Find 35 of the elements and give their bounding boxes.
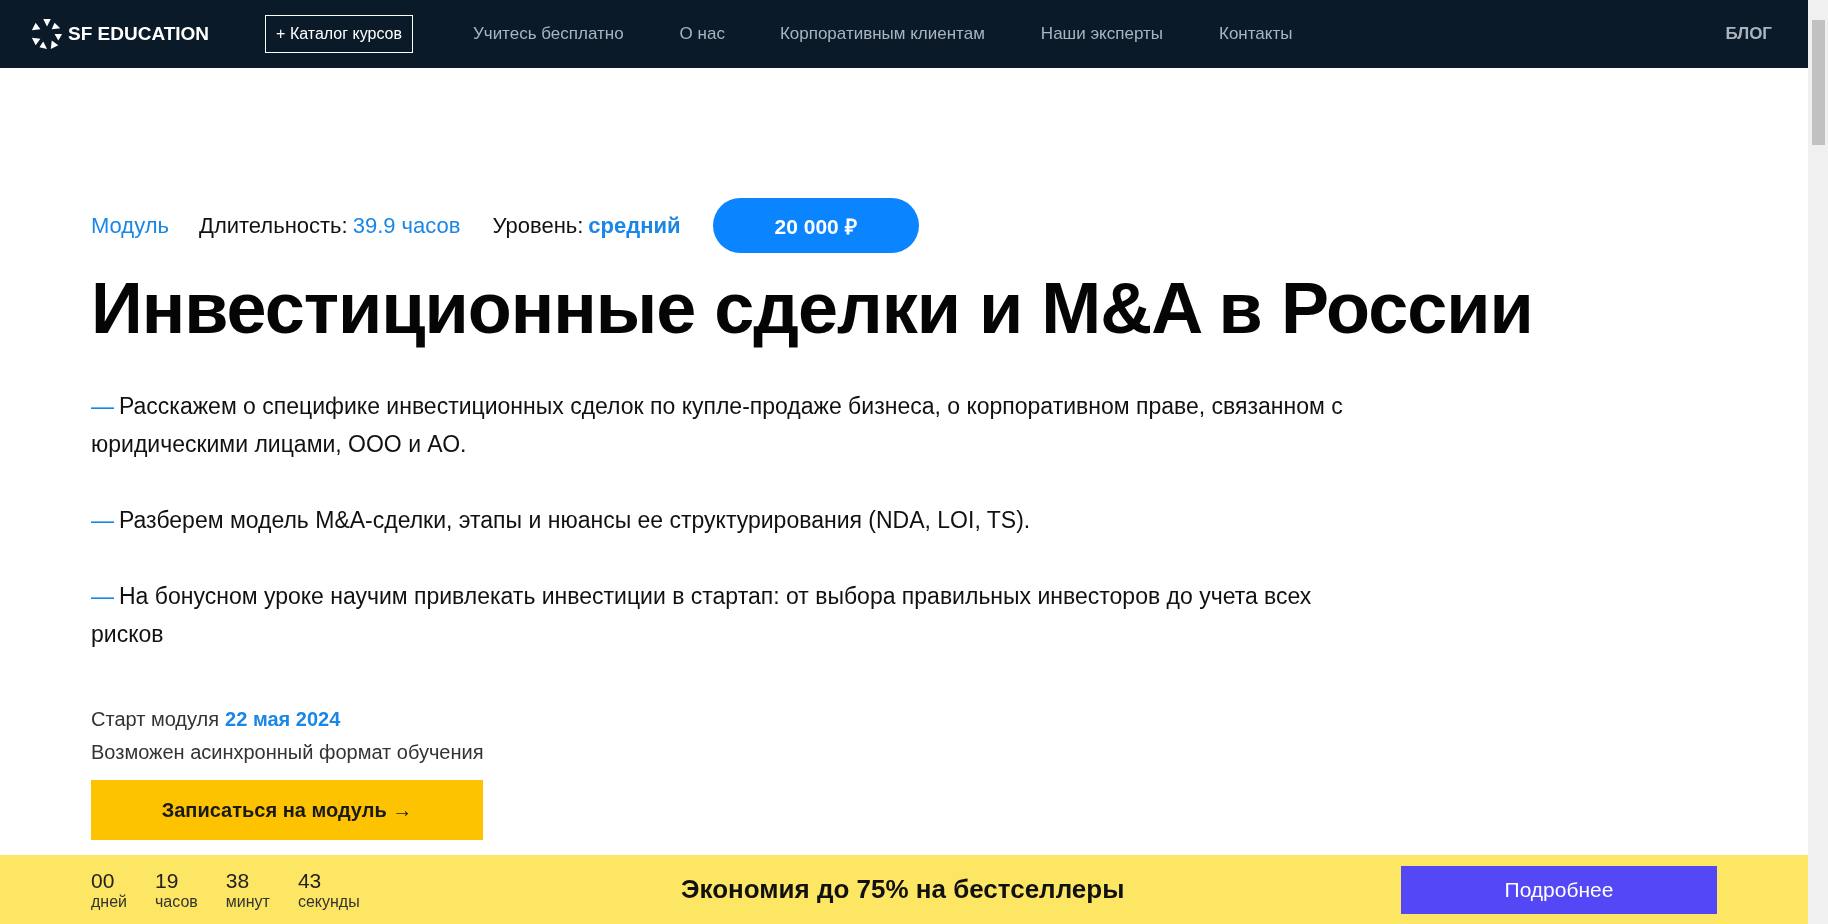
countdown-value: 19	[155, 868, 180, 893]
nav-link[interactable]: Корпоративным клиентам	[779, 24, 985, 44]
course-title: Инвестиционные сделки и M&A в России	[91, 267, 1534, 349]
description-text: — Расскажем о специфике инвестиционных сделок по купле-продаже бизнеса, о корпоративном праве, связанном с юридическими лицами, ООО и АО.	[91, 392, 1344, 459]
price-button[interactable]: 20 000 ₽	[712, 198, 919, 253]
countdown-value: 38	[225, 868, 251, 893]
countdown-unit: дней	[91, 892, 127, 911]
countdown-value: 43	[297, 868, 323, 893]
description-text: — Разберем модель M&A-сделки, этапы и нюансы ее структурирования (NDA, LOI, TS).	[91, 506, 1032, 535]
format-note: Возможен асинхронный формат обучения	[91, 741, 485, 764]
start-label: Старт модуля	[91, 708, 220, 730]
countdown-unit: часов	[155, 892, 198, 911]
nav-link[interactable]: О нас	[679, 24, 725, 44]
blog-link[interactable]: БЛОГ	[1725, 24, 1772, 44]
enroll-button[interactable]: Записаться на модуль →	[91, 780, 483, 840]
catalog-button[interactable]: + Каталог курсов	[265, 15, 413, 53]
level-label: Уровень:	[492, 212, 584, 239]
countdown-value: 00	[91, 868, 116, 893]
duration-value: 39.9 часов	[352, 212, 461, 239]
scrollbar-thumb[interactable]	[1812, 20, 1825, 145]
countdown-unit: минут	[225, 892, 270, 911]
logo-icon[interactable]	[30, 17, 64, 51]
more-button[interactable]: Подробнее	[1401, 865, 1717, 914]
nav-link[interactable]: Наши эксперты	[1040, 24, 1163, 44]
countdown-unit: секунды	[297, 892, 360, 911]
start-date: 22 мая 2024	[225, 708, 341, 730]
description-text: — На бонусном уроке научим привлекать инвестиции в стартап: от выбора правильных инвесторов до учета всех рисков	[91, 582, 1313, 649]
nav-link[interactable]: Учитесь бесплатно	[472, 24, 624, 44]
nav-link[interactable]: Контакты	[1219, 24, 1293, 44]
scrollbar[interactable]	[1808, 0, 1828, 924]
promo-text: Экономия до 75% на бестселлеры	[681, 874, 1125, 905]
level-value: средний	[588, 212, 681, 239]
module-type: Модуль	[91, 212, 169, 239]
duration-label: Длительность:	[199, 212, 348, 239]
logo-text[interactable]: SF EDUCATION	[68, 23, 210, 45]
